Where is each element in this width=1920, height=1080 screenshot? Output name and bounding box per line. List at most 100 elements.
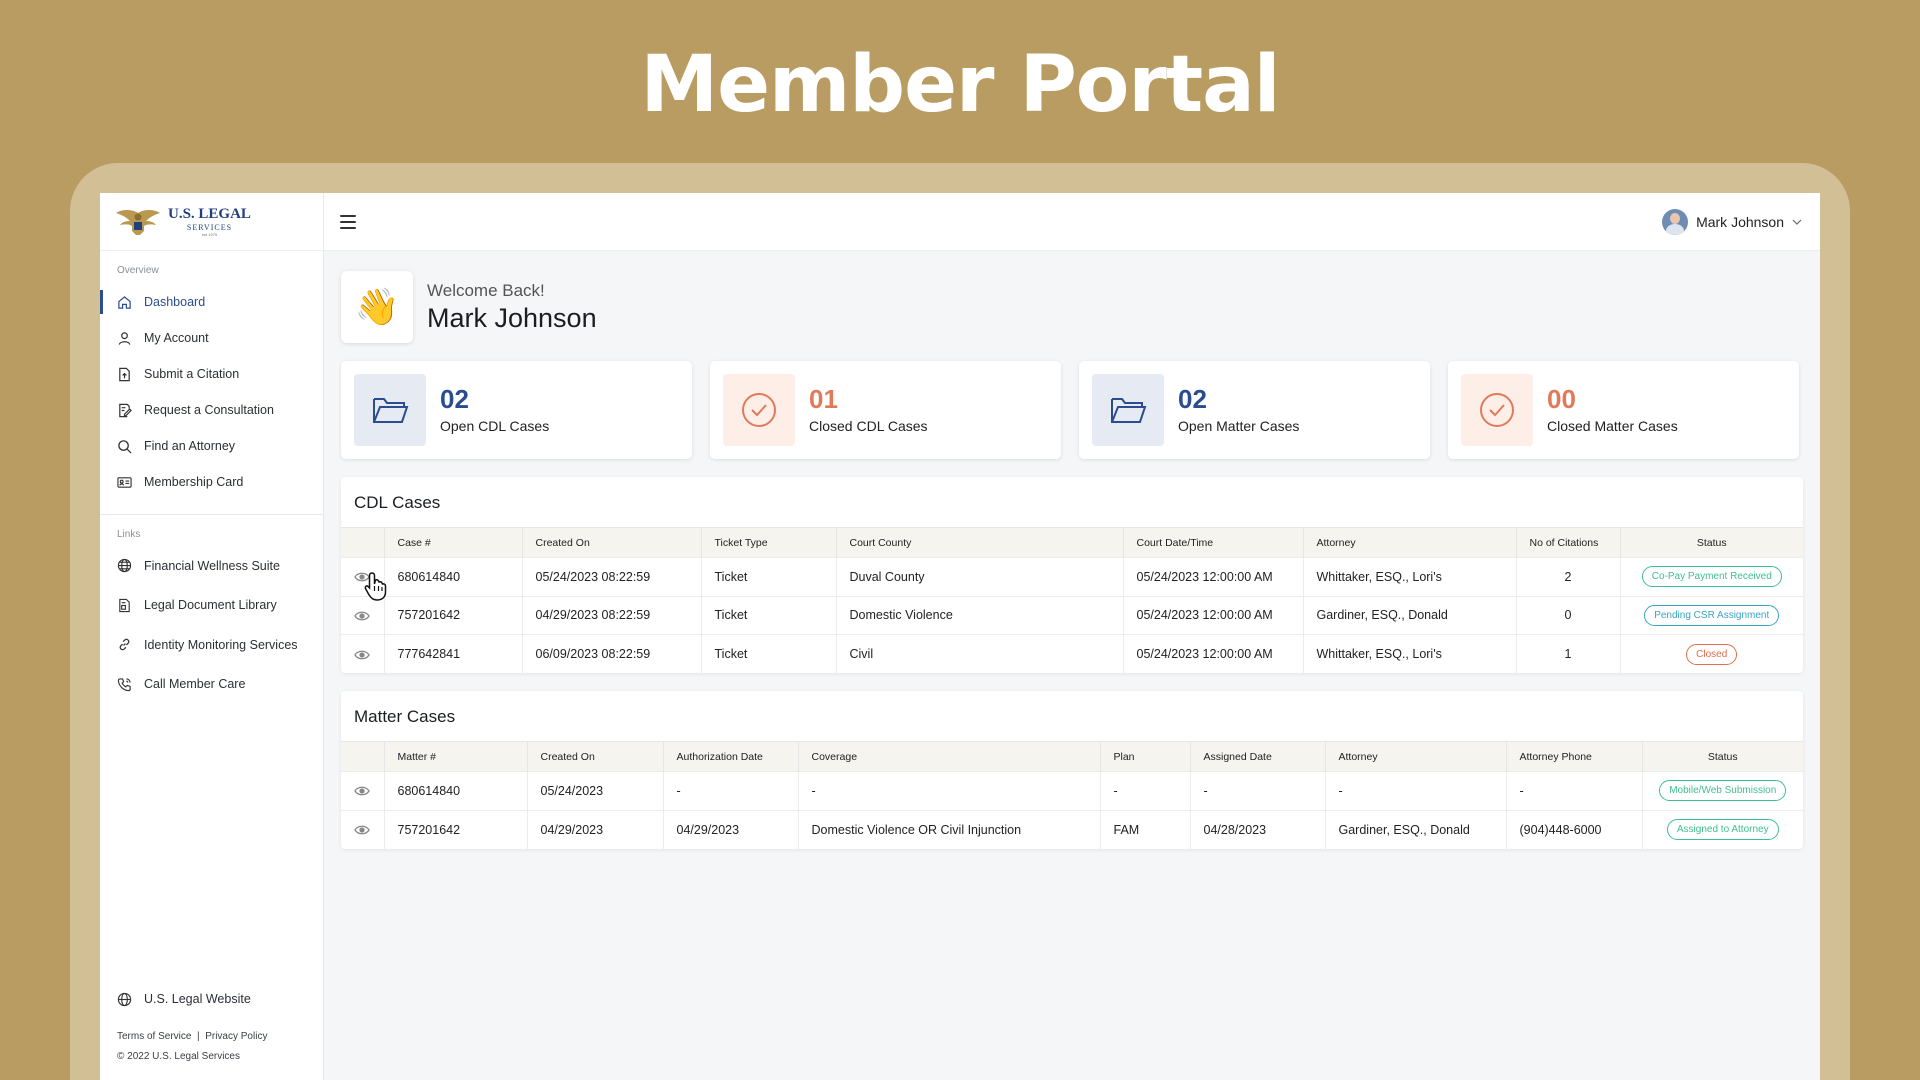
column-header[interactable]: Court Date/Time — [1123, 527, 1304, 558]
column-header[interactable]: No of Citations — [1516, 527, 1621, 558]
column-header[interactable]: Court County — [836, 527, 1124, 558]
sidebar-link-identity-monitoring[interactable]: Identity Monitoring Services — [100, 625, 323, 665]
sidebar-item-submit-citation[interactable]: Submit a Citation — [100, 356, 323, 392]
copyright: © 2022 U.S. Legal Services — [117, 1051, 240, 1062]
status-badge: Closed — [1686, 643, 1738, 665]
logo[interactable]: U.S. LEGAL SERVICES est 1975 — [100, 193, 323, 251]
eye-icon[interactable] — [354, 650, 371, 660]
created-on: 05/24/2023 08:22:59 — [522, 557, 702, 596]
user-icon — [118, 331, 131, 345]
sidebar-link-label: Legal Document Library — [144, 598, 277, 613]
eye-icon[interactable] — [354, 786, 371, 796]
created-on: 05/24/2023 — [527, 771, 664, 810]
table-row[interactable]: 757201642 04/29/2023 08:22:59 Ticket Dom… — [341, 595, 1803, 635]
stat-card-open-cdl[interactable]: 02 Open CDL Cases — [341, 361, 692, 459]
column-header[interactable]: Attorney Phone — [1506, 741, 1643, 772]
table-row[interactable]: 757201642 04/29/2023 04/29/2023 Domestic… — [341, 809, 1803, 849]
welcome-greeting: Welcome Back! — [427, 280, 545, 300]
stat-label: Closed Matter Cases — [1547, 418, 1678, 434]
eye-icon[interactable] — [354, 611, 371, 621]
eye-icon[interactable] — [354, 572, 371, 582]
sidebar-link-document-library[interactable]: Legal Document Library — [100, 586, 323, 626]
matter-number: 757201642 — [384, 809, 528, 849]
sidebar: U.S. LEGAL SERVICES est 1975 Overview Da… — [100, 193, 324, 1080]
stat-card-closed-matter[interactable]: 00 Closed Matter Cases — [1448, 361, 1799, 459]
logo-subtitle: SERVICES — [186, 222, 233, 232]
court-date: 05/24/2023 12:00:00 AM — [1123, 595, 1304, 635]
home-icon — [118, 295, 131, 309]
legal-separator: | — [197, 1031, 200, 1042]
eye-icon[interactable] — [354, 825, 371, 835]
ticket-type: Ticket — [701, 595, 837, 635]
case-number: 757201642 — [384, 595, 523, 635]
column-header[interactable]: Matter # — [384, 741, 528, 772]
sidebar-link-label: Call Member Care — [144, 677, 246, 692]
column-header[interactable]: Created On — [522, 527, 702, 558]
matter-cases-card: Matter Cases Matter # Created On Authori… — [341, 691, 1803, 849]
sidebar-item-my-account[interactable]: My Account — [100, 320, 323, 356]
column-header[interactable]: Authorization Date — [663, 741, 799, 772]
status-badge: Pending CSR Assignment — [1644, 604, 1780, 626]
view-cell — [341, 771, 385, 810]
column-header[interactable]: Ticket Type — [701, 527, 837, 558]
stat-card-closed-cdl[interactable]: 01 Closed CDL Cases — [710, 361, 1061, 459]
status-cell: Pending CSR Assignment — [1620, 595, 1803, 635]
coverage: Domestic Violence OR Civil Injunction — [798, 809, 1101, 849]
folder-icon — [354, 374, 426, 446]
view-cell — [341, 595, 385, 635]
stat-value: 02 — [440, 384, 469, 414]
attorney: - — [1325, 771, 1507, 810]
plan: FAM — [1100, 809, 1191, 849]
court-county: Domestic Violence — [836, 595, 1124, 635]
user-menu[interactable]: Mark Johnson — [1662, 208, 1802, 235]
court-county: Duval County — [836, 557, 1124, 596]
table-row[interactable]: 680614840 05/24/2023 - - - - - - Mobile/… — [341, 771, 1803, 810]
link-icon — [119, 639, 130, 651]
sidebar-item-find-attorney[interactable]: Find an Attorney — [100, 428, 323, 464]
sidebar-item-label: My Account — [144, 331, 209, 345]
stat-value: 00 — [1547, 384, 1576, 414]
waving-hand-icon: 👋 — [341, 271, 413, 343]
authorization-date: 04/29/2023 — [663, 809, 799, 849]
created-on: 04/29/2023 08:22:59 — [522, 595, 702, 635]
column-header[interactable]: Plan — [1100, 741, 1191, 772]
attorney-phone: (904)448-6000 — [1506, 809, 1643, 849]
assigned-date: 04/28/2023 — [1190, 809, 1326, 849]
status-badge: Co-Pay Payment Received — [1641, 566, 1782, 588]
globe-icon — [117, 559, 132, 573]
sidebar-item-dashboard[interactable]: Dashboard — [100, 284, 323, 320]
sidebar-item-request-consultation[interactable]: Request a Consultation — [100, 392, 323, 428]
view-cell — [341, 557, 387, 601]
website-link-label: U.S. Legal Website — [144, 992, 251, 1006]
column-header[interactable]: Status — [1642, 741, 1803, 772]
status-badge: Mobile/Web Submission — [1659, 780, 1787, 802]
column-header[interactable]: Case # — [384, 527, 523, 558]
terms-link[interactable]: Terms of Service — [117, 1031, 191, 1042]
ticket-type: Ticket — [701, 634, 837, 673]
table-row[interactable]: 777642841 06/09/2023 08:22:59 Ticket Civ… — [341, 634, 1803, 673]
sidebar-link-financial-wellness[interactable]: Financial Wellness Suite — [100, 546, 323, 586]
column-header[interactable]: Coverage — [798, 741, 1101, 772]
table-row[interactable]: 680614840 05/24/2023 08:22:59 Ticket Duv… — [341, 557, 1803, 601]
stat-value: 01 — [809, 384, 838, 414]
citations-count: 0 — [1516, 595, 1621, 635]
welcome-name: Mark Johnson — [427, 302, 597, 333]
links-nav: Financial Wellness Suite Legal Document … — [100, 546, 323, 704]
stat-card-open-matter[interactable]: 02 Open Matter Cases — [1079, 361, 1430, 459]
table-header-row: Matter # Created On Authorization Date C… — [341, 741, 1803, 772]
status-cell: Co-Pay Payment Received — [1620, 557, 1803, 596]
privacy-link[interactable]: Privacy Policy — [205, 1031, 267, 1042]
us-legal-website-link[interactable]: U.S. Legal Website — [100, 981, 323, 1017]
column-header[interactable]: Status — [1620, 527, 1803, 558]
sidebar-link-call-member-care[interactable]: Call Member Care — [100, 665, 323, 705]
menu-toggle-icon[interactable] — [340, 214, 356, 229]
created-on: 06/09/2023 08:22:59 — [522, 634, 702, 673]
column-header[interactable]: Attorney — [1303, 527, 1517, 558]
column-header[interactable]: Assigned Date — [1190, 741, 1326, 772]
view-column-header — [341, 741, 385, 772]
stat-label: Open CDL Cases — [440, 418, 550, 434]
column-header[interactable]: Attorney — [1325, 741, 1507, 772]
column-header[interactable]: Created On — [527, 741, 664, 772]
court-date: 05/24/2023 12:00:00 AM — [1123, 634, 1304, 673]
sidebar-item-membership-card[interactable]: Membership Card — [100, 464, 323, 500]
